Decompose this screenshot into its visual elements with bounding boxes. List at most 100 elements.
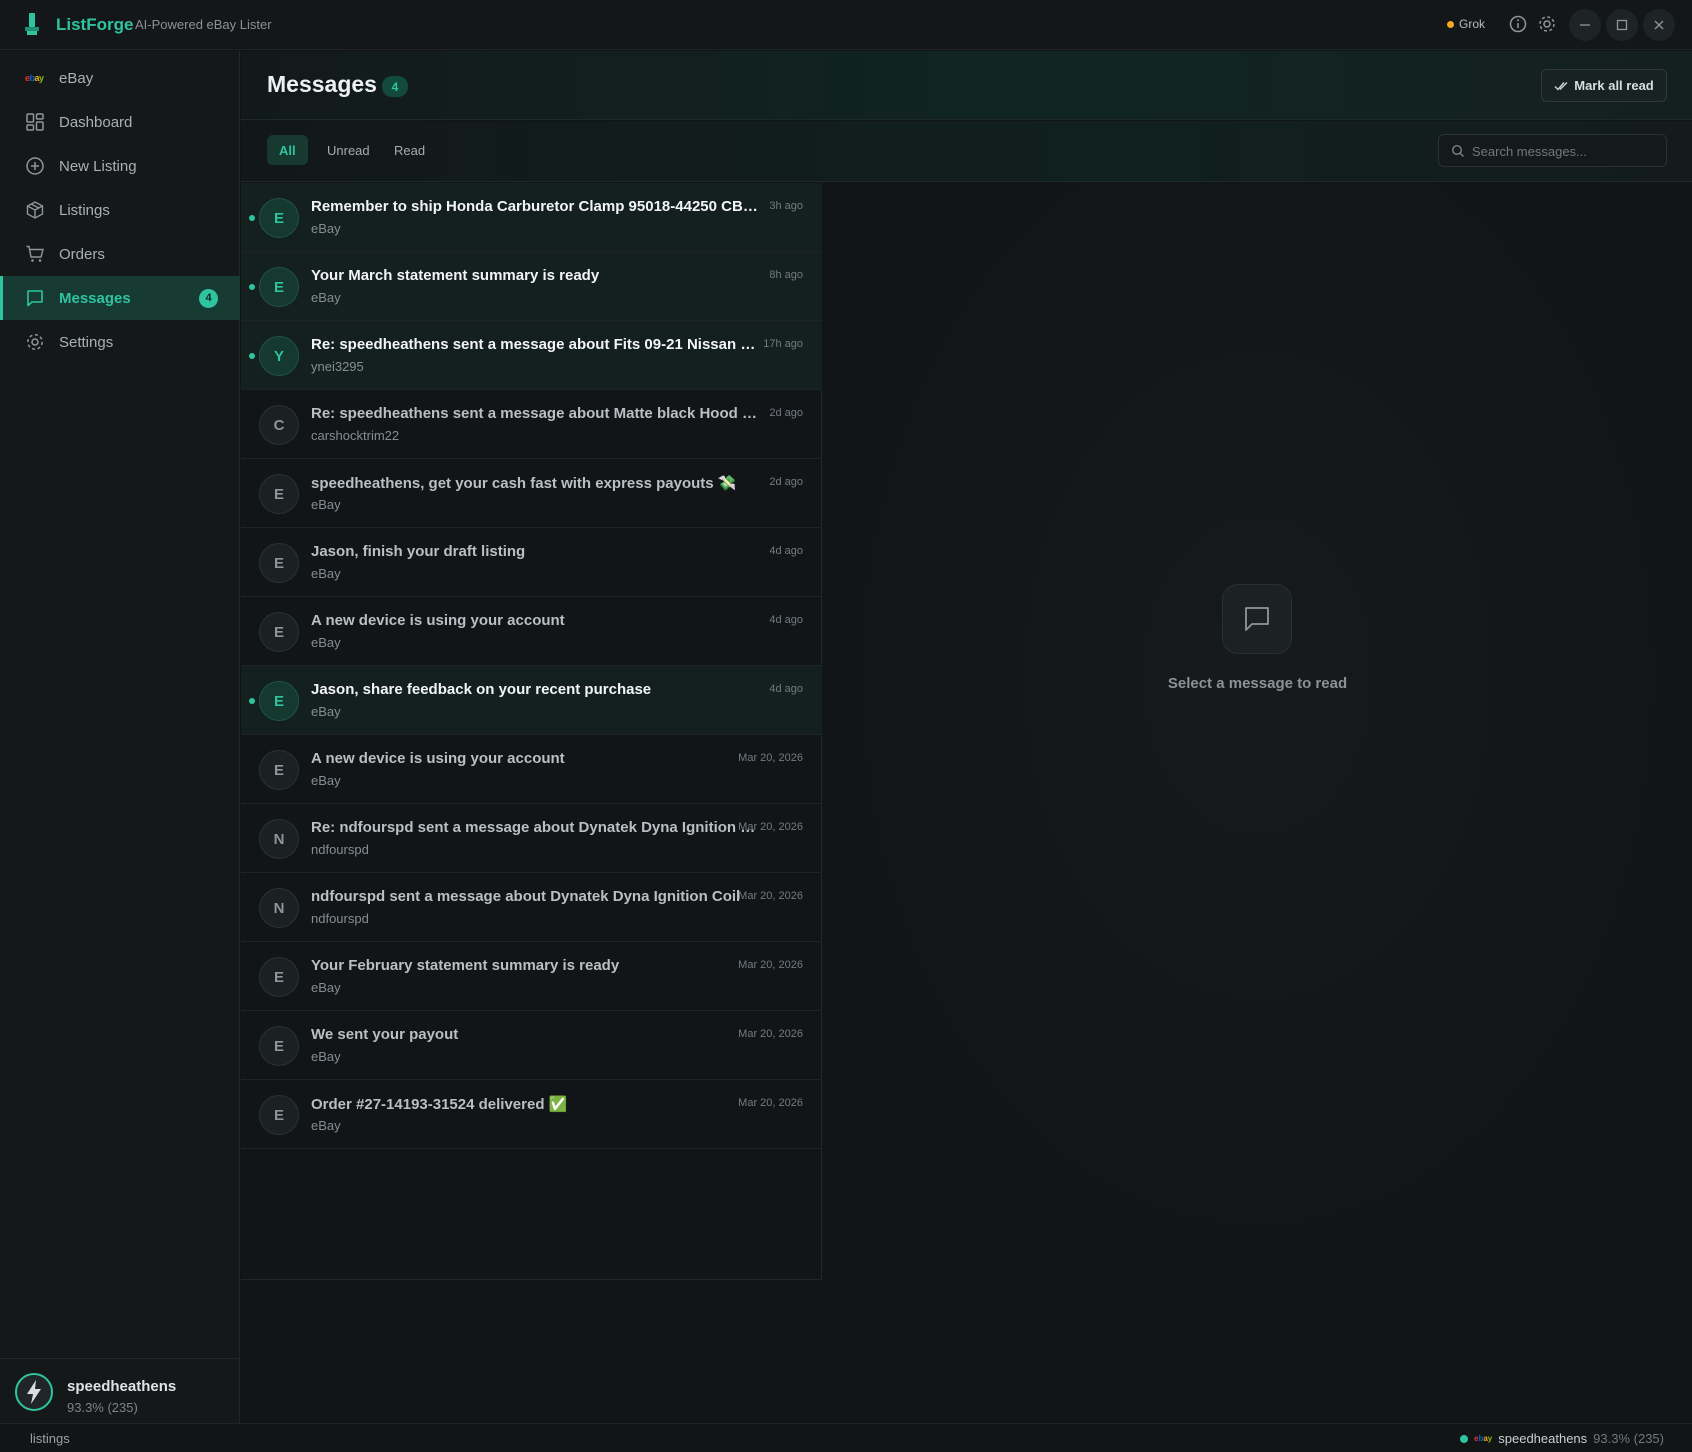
message-row[interactable]: E A new device is using your account eBay 4… — [241, 597, 822, 666]
message-subject: Remember to ship Honda Carburetor Clamp … — [311, 198, 761, 215]
unread-dot — [249, 284, 255, 290]
message-icon — [1245, 607, 1269, 631]
message-time: Mar 20, 2026 — [738, 1097, 803, 1109]
message-subject: Re: speedheathens sent a message about M… — [311, 405, 761, 422]
sender-avatar: N — [259, 888, 299, 928]
message-sender: ynei3295 — [311, 359, 364, 374]
message-subject: Jason, finish your draft listing — [311, 543, 526, 560]
message-time: 17h ago — [763, 338, 803, 350]
sidebar-item-listings[interactable]: Listings — [0, 188, 240, 232]
sidebar-item-label: Settings — [59, 333, 114, 351]
message-list: E Remember to ship Honda Carburetor Clamp… — [241, 182, 822, 1280]
app-tagline: AI-Powered eBay Lister — [135, 17, 272, 32]
message-row[interactable]: E Jason, finish your draft listing eBay 4d … — [241, 528, 822, 597]
mark-all-read-label: Mark all read — [1574, 78, 1654, 93]
message-row[interactable]: E Your March statement summary is ready eB… — [241, 252, 822, 321]
message-subject: A new device is using your account — [311, 750, 565, 767]
mark-all-read-button[interactable]: Mark all read — [1541, 69, 1667, 102]
ebay-logo-icon: ebay — [25, 73, 44, 83]
message-time: 4d ago — [769, 545, 803, 557]
message-row[interactable]: Y Re: speedheathens sent a message about … — [241, 321, 822, 390]
status-bar: listings ebay speedheathens 93.3% (235) — [0, 1423, 1692, 1452]
sidebar-item-orders[interactable]: Orders — [0, 232, 240, 276]
message-subject: Re: speedheathens sent a message about F… — [311, 336, 761, 353]
filter-bar: All Unread Read — [241, 121, 1692, 182]
message-row[interactable]: N Re: ndfourspd sent a message about Dyna… — [241, 804, 822, 873]
message-time: Mar 20, 2026 — [738, 890, 803, 902]
sidebar-item-ebay[interactable]: ebay eBay — [0, 56, 240, 100]
model-indicator[interactable]: Grok — [1447, 17, 1485, 31]
message-subject: speedheathens, get your cash fast with e… — [311, 475, 737, 492]
sender-avatar: Y — [259, 336, 299, 376]
sidebar-item-label: Messages — [59, 289, 131, 307]
maximize-button[interactable] — [1606, 9, 1638, 41]
app-name: ListForge — [56, 15, 134, 34]
page-header: Messages 4 Mark all read — [241, 51, 1692, 120]
sidebar-item-label: eBay — [59, 69, 94, 87]
message-sender: eBay — [311, 290, 341, 305]
model-name: Grok — [1459, 17, 1486, 31]
search-input[interactable] — [1472, 141, 1657, 161]
page-title: Messages — [267, 71, 377, 97]
message-subject: We sent your payout — [311, 1026, 459, 1043]
message-time: 2d ago — [769, 476, 803, 488]
message-icon — [27, 290, 43, 307]
message-sender: eBay — [311, 497, 341, 512]
sidebar-item-label: New Listing — [59, 157, 137, 175]
sidebar-item-settings[interactable]: Settings — [0, 320, 240, 364]
sender-avatar: N — [259, 819, 299, 859]
sidebar-item-label: Listings — [59, 201, 110, 219]
sidebar-item-dashboard[interactable]: Dashboard — [0, 100, 240, 144]
sidebar-item-messages[interactable]: Messages 4 — [0, 276, 240, 320]
sidebar-item-new-listing[interactable]: New Listing — [0, 144, 240, 188]
user-card[interactable]: speedheathens 93.3% (235) — [0, 1358, 240, 1423]
sender-avatar: E — [259, 681, 299, 721]
unread-dot — [249, 215, 255, 221]
message-row[interactable]: E Remember to ship Honda Carburetor Clamp… — [241, 183, 822, 252]
gear-icon[interactable] — [1537, 14, 1557, 34]
status-user-name: speedheathens — [1498, 1431, 1588, 1446]
message-sender: eBay — [311, 566, 341, 581]
close-button[interactable] — [1643, 9, 1675, 41]
info-icon[interactable] — [1508, 14, 1528, 34]
tab-all[interactable]: All — [267, 135, 308, 165]
status-left-text: listings — [30, 1431, 70, 1446]
status-user-score: 93.3% (235) — [1593, 1431, 1664, 1446]
message-row[interactable]: Espeedheathens, get your cash fast with … — [241, 459, 822, 528]
message-row[interactable]: E Jason, share feedback on your recent pu… — [241, 666, 822, 735]
avatar — [15, 1373, 53, 1411]
message-subject: Re: ndfourspd sent a message about Dynat… — [311, 819, 761, 836]
tab-read[interactable]: Read — [382, 135, 437, 165]
message-subject: Your March statement summary is ready — [311, 267, 600, 284]
message-time: Mar 20, 2026 — [738, 821, 803, 833]
minimize-icon — [1580, 24, 1590, 26]
sender-avatar: C — [259, 405, 299, 445]
message-subject: Your February statement summary is ready — [311, 957, 620, 974]
close-icon — [1654, 20, 1664, 30]
maximize-icon — [1616, 19, 1628, 31]
search-box[interactable] — [1438, 134, 1667, 167]
gear-icon — [27, 334, 43, 350]
message-row[interactable]: E A new device is using your account eBay M… — [241, 735, 822, 804]
tab-unread[interactable]: Unread — [315, 135, 382, 165]
message-sender: eBay — [311, 773, 341, 788]
message-time: 8h ago — [769, 269, 803, 281]
message-row[interactable]: E Your February statement summary is read… — [241, 942, 822, 1011]
sidebar: ebay eBay Dashboard New Listing Listings — [0, 51, 240, 1423]
sender-avatar: E — [259, 543, 299, 583]
minimize-button[interactable] — [1569, 9, 1601, 41]
message-row[interactable]: C Re: speedheathens sent a message about … — [241, 390, 822, 459]
message-row[interactable]: E We sent your payout eBay Mar 20, 2026 — [241, 1011, 822, 1080]
sender-avatar: E — [259, 474, 299, 514]
message-subject: A new device is using your account — [311, 612, 565, 629]
connection-status-dot — [1460, 1434, 1468, 1443]
anvil-logo-icon — [25, 13, 39, 35]
ebay-logo-icon: ebay — [1474, 1434, 1493, 1443]
search-icon — [1451, 144, 1464, 157]
message-row[interactable]: Nndfourspd sent a message about Dynatek … — [241, 873, 822, 942]
message-time: Mar 20, 2026 — [738, 752, 803, 764]
message-row[interactable]: E Order #27-14193-31524 delivered ✅ eBay Ma… — [241, 1080, 822, 1149]
unread-dot — [249, 353, 255, 359]
sidebar-item-label: Orders — [59, 245, 105, 263]
sender-avatar: E — [259, 1095, 299, 1135]
